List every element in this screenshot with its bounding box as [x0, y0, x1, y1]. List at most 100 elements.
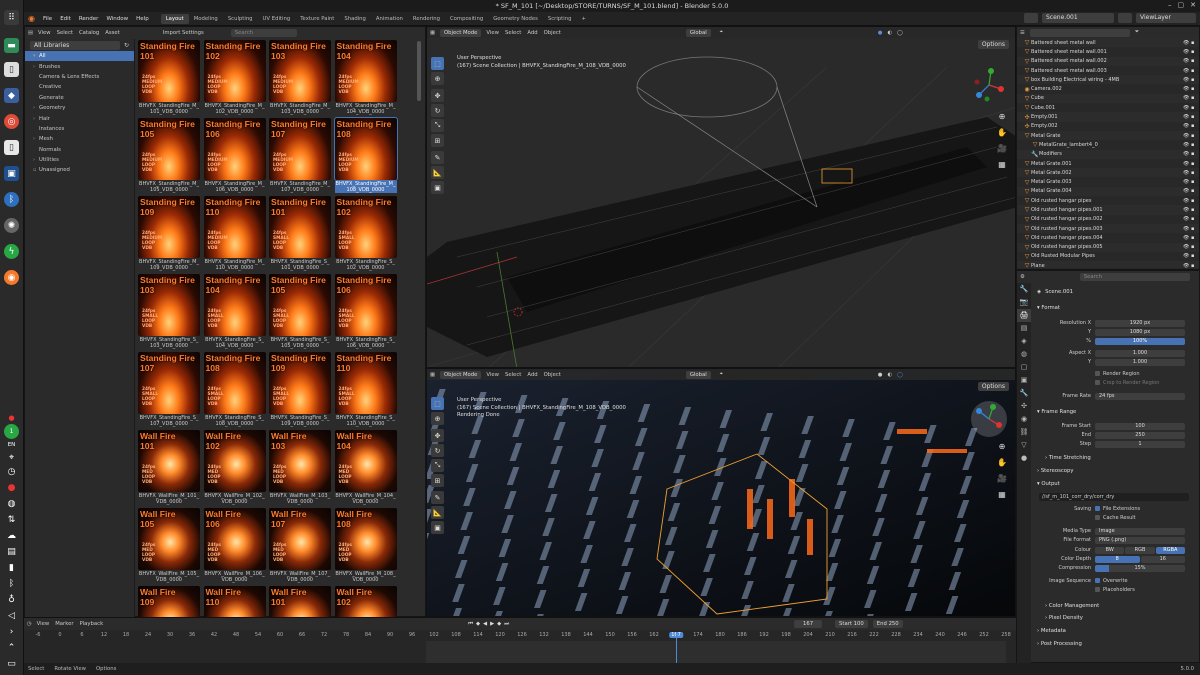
- asset-thumbnail[interactable]: Standing Fire 104 24fps MEDIUM LOOP VDB BHVFX_…: [334, 40, 397, 117]
- outliner-row[interactable]: ▽ Metal Grate.004 👁 ▪: [1017, 186, 1199, 197]
- physics-tab-icon[interactable]: ◉: [1017, 413, 1031, 426]
- asset-thumbnail[interactable]: Wall Fire 108 24fps MED LOOP VDB BHVFX_WallFir…: [334, 508, 397, 585]
- catalog-item[interactable]: ▫ Unassigned: [25, 165, 134, 175]
- outliner-row[interactable]: ▽ Old Rusted Modular Pipes 👁 ▪: [1017, 252, 1199, 261]
- terminal-icon[interactable]: ▣: [4, 166, 19, 181]
- outliner-row[interactable]: ▽ Old rusted hangar pipes.003 👁 ▪: [1017, 223, 1199, 234]
- asset-thumbnail[interactable]: Standing Fire 102 24fps MEDIUM LOOP VDB BHVFX_…: [203, 40, 266, 117]
- render-camera-icon[interactable]: ▪: [1191, 226, 1199, 232]
- outliner-row[interactable]: ▽ Battered sheet metal wall 👁 ▪: [1017, 38, 1199, 48]
- settings-icon[interactable]: ✺: [4, 218, 19, 233]
- outliner-row[interactable]: ▽ Old rusted hangar pipes.005 👁 ▪: [1017, 242, 1199, 252]
- pixel-density-section[interactable]: › Pixel Density: [1041, 613, 1200, 623]
- steam-icon[interactable]: ◍: [4, 496, 19, 511]
- asset-thumbnail[interactable]: Standing Fire 102 24fps SMALL LOOP VDB BHVFX_S…: [334, 196, 397, 273]
- desktop-icon[interactable]: ▭: [4, 656, 19, 671]
- render-camera-icon[interactable]: ▪: [1191, 263, 1199, 268]
- resolution-y-field[interactable]: 1080 px: [1095, 328, 1185, 336]
- options-button[interactable]: Options: [977, 40, 1009, 49]
- asset-thumbnail[interactable]: Wall Fire 105 24fps MED LOOP VDB BHVFX_WallFir…: [138, 508, 200, 585]
- render-camera-icon[interactable]: ▪: [1191, 95, 1199, 101]
- network-icon[interactable]: ⇅: [4, 512, 19, 527]
- snap-icon[interactable]: ⌖: [720, 371, 723, 378]
- post-processing-section[interactable]: › Post Processing: [1033, 639, 1200, 649]
- output-section[interactable]: ▾ Output: [1033, 479, 1200, 489]
- chevron-right-icon[interactable]: ›: [4, 624, 19, 639]
- render-camera-icon[interactable]: ▪: [1191, 68, 1199, 74]
- asset-search-input[interactable]: Search: [230, 28, 297, 37]
- render-camera-icon[interactable]: ▪: [1191, 142, 1199, 148]
- measure-icon[interactable]: 📐: [431, 506, 444, 519]
- visibility-eye-icon[interactable]: 👁: [1183, 123, 1191, 129]
- menu-file[interactable]: File: [39, 16, 56, 22]
- move-icon[interactable]: ✥: [431, 89, 444, 102]
- asset-thumbnail[interactable]: Standing Fire 106 24fps SMALL LOOP VDB BHVFX_S…: [334, 274, 397, 351]
- catalog-item[interactable]: › Utilities: [25, 155, 134, 165]
- object-tab-icon[interactable]: ▣: [1017, 374, 1031, 387]
- microphone-icon[interactable]: ♁: [4, 592, 19, 607]
- outliner-row[interactable]: ▽ Old rusted hangar pipes.002 👁 ▪: [1017, 215, 1199, 224]
- viewport-top[interactable]: ▦ Object Mode View Select Add Object Global…: [426, 26, 1016, 368]
- menu-window[interactable]: Window: [102, 16, 132, 22]
- workspace-tab[interactable]: Layout: [160, 13, 189, 24]
- workspace-tab[interactable]: Scripting: [543, 14, 577, 24]
- outliner-row[interactable]: ▽ Battered sheet metal wall.003 👁 ▪: [1017, 66, 1199, 75]
- world-tab-icon[interactable]: ◍: [1017, 348, 1031, 361]
- move-icon[interactable]: ✥: [431, 429, 444, 442]
- media-type-dropdown[interactable]: Image: [1095, 527, 1185, 535]
- cloud-icon[interactable]: ☁: [4, 528, 19, 543]
- scale-icon[interactable]: ⤡: [431, 459, 444, 472]
- end-frame-field[interactable]: 250: [889, 621, 899, 627]
- transform-icon[interactable]: ⊞: [431, 134, 444, 147]
- timeline-ruler[interactable]: -6 0 6 12 18 24 30 36 42 48 54 60 66 72 78 84 90 96 102 108…: [24, 632, 1016, 641]
- resolution-pct-field[interactable]: 100%: [1095, 337, 1185, 345]
- catalog-item[interactable]: Generate: [25, 93, 134, 103]
- visibility-eye-icon[interactable]: 👁: [1183, 263, 1191, 268]
- overwrite-checkbox[interactable]: [1095, 578, 1100, 583]
- resolution-x-field[interactable]: 1920 px: [1095, 319, 1185, 327]
- asset-thumbnail[interactable]: Standing Fire 109 24fps SMALL LOOP VDB BHVFX_S…: [269, 352, 331, 429]
- asset-thumbnail[interactable]: Standing Fire 103 24fps MEDIUM LOOP VDB BHVFX_…: [269, 40, 331, 117]
- colour-bw-button[interactable]: BW: [1095, 546, 1125, 554]
- outliner-row[interactable]: ▽ Old rusted hangar pipes 👁 ▪: [1017, 196, 1199, 205]
- catalog-item[interactable]: › Geometry: [25, 103, 134, 113]
- visibility-eye-icon[interactable]: 👁: [1183, 207, 1191, 213]
- asset-thumbnail[interactable]: Wall Fire 109: [138, 586, 200, 617]
- prev-key-icon[interactable]: ◆: [476, 621, 480, 627]
- render-camera-icon[interactable]: ▪: [1191, 151, 1199, 157]
- app-grid-icon[interactable]: ⠿: [4, 10, 19, 25]
- catalog-item[interactable]: Normals: [25, 145, 134, 155]
- asset-thumbnail[interactable]: Wall Fire 101: [269, 586, 331, 617]
- asset-thumbnail[interactable]: Standing Fire 106 24fps MEDIUM LOOP VDB BHVFX_…: [203, 118, 266, 195]
- visibility-eye-icon[interactable]: 👁: [1183, 235, 1191, 241]
- visibility-eye-icon[interactable]: 👁: [1183, 170, 1191, 176]
- timeline-menu-item[interactable]: View: [37, 621, 50, 627]
- timeline-menu-item[interactable]: Playback: [80, 621, 104, 627]
- render-camera-icon[interactable]: ▪: [1191, 179, 1199, 185]
- asset-thumbnail[interactable]: Standing Fire 103 24fps SMALL LOOP VDB BHVFX_S…: [138, 274, 200, 351]
- pan-hand-icon[interactable]: ✋: [997, 125, 1007, 141]
- workspace-tab[interactable]: Geometry Nodes: [488, 14, 543, 24]
- metadata-section[interactable]: › Metadata: [1033, 626, 1200, 636]
- properties-search[interactable]: Search: [1079, 272, 1190, 281]
- render-camera-icon[interactable]: ▪: [1191, 207, 1199, 213]
- asset-thumbnail[interactable]: Standing Fire 110 24fps MEDIUM LOOP VDB BHVFX_…: [203, 196, 266, 273]
- asset-thumbnail[interactable]: Standing Fire 110 24fps SMALL LOOP VDB BHVFX_S…: [334, 352, 397, 429]
- asset-thumbnail[interactable]: Standing Fire 104 24fps SMALL LOOP VDB BHVFX_S…: [203, 274, 266, 351]
- ortho-toggle-icon[interactable]: ▦: [997, 487, 1007, 503]
- render-camera-icon[interactable]: ▪: [1191, 105, 1199, 111]
- editor-type-icon[interactable]: ▤: [28, 30, 33, 36]
- outliner-row[interactable]: ▽ Cube 👁 ▪: [1017, 93, 1199, 104]
- scale-icon[interactable]: ⤡: [431, 119, 444, 132]
- asset-menu-item[interactable]: View: [38, 30, 51, 36]
- render-camera-icon[interactable]: ▪: [1191, 58, 1199, 64]
- transform-orientation[interactable]: Global: [685, 28, 711, 37]
- visibility-eye-icon[interactable]: 👁: [1183, 114, 1191, 120]
- shading-render-icon[interactable]: ◯: [897, 30, 903, 36]
- render-region-checkbox[interactable]: [1095, 371, 1100, 376]
- render-camera-icon[interactable]: ▪: [1191, 170, 1199, 176]
- current-frame-field[interactable]: 167: [794, 620, 823, 628]
- timeline-menu-item[interactable]: Marker: [55, 621, 73, 627]
- ortho-toggle-icon[interactable]: ▦: [997, 157, 1007, 173]
- material-tab-icon[interactable]: ●: [1017, 452, 1031, 465]
